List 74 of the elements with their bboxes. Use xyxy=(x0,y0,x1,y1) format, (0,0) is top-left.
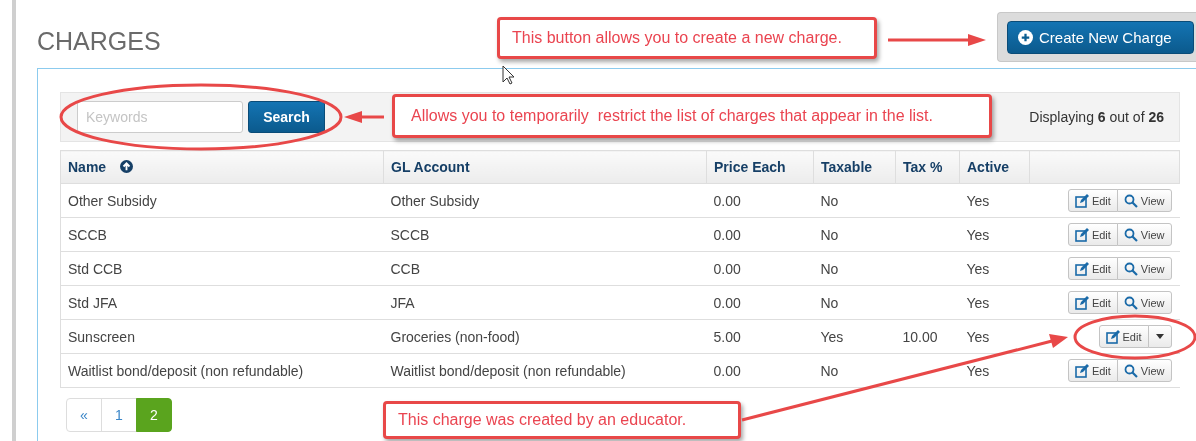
search-icon xyxy=(1123,295,1138,310)
edit-button[interactable]: Edit xyxy=(1067,291,1118,314)
edit-button[interactable]: Edit xyxy=(1067,189,1118,212)
mouse-pointer-icon xyxy=(502,65,515,85)
edit-button[interactable]: Edit xyxy=(1098,325,1149,348)
table-cell: Yes xyxy=(966,328,990,345)
column-header[interactable]: Taxable xyxy=(813,150,896,184)
table-cell: Yes xyxy=(966,362,990,379)
table-cell: Yes xyxy=(966,260,990,277)
column-header[interactable]: GL Account xyxy=(383,150,707,184)
search-icon xyxy=(1123,193,1138,208)
column-header[interactable]: Active xyxy=(959,150,1030,184)
table-cell: No xyxy=(820,362,839,379)
table-cell: 0.00 xyxy=(713,362,741,379)
caret-icon xyxy=(1155,334,1164,339)
search-icon xyxy=(1123,363,1138,378)
search-button[interactable]: Search xyxy=(248,101,325,133)
page-link[interactable]: 1 xyxy=(101,398,137,432)
column-header[interactable]: Tax % xyxy=(895,150,960,184)
table-cell: CCB xyxy=(390,260,421,277)
callout-note: Allows you to temporarily restrict the list of charges that appear in the list. xyxy=(392,94,992,138)
edit-icon xyxy=(1105,329,1120,344)
view-button[interactable]: View xyxy=(1116,223,1172,246)
table-cell: Waitlist bond/deposit (non refundable) xyxy=(390,362,626,379)
table-cell: JFA xyxy=(390,294,415,311)
annotation-arrow xyxy=(344,111,384,123)
edit-icon xyxy=(1074,295,1089,310)
callout-note: This button allows you to create a new charge. xyxy=(497,17,877,59)
table-cell: 0.00 xyxy=(713,226,741,243)
edit-icon xyxy=(1074,261,1089,276)
edit-icon xyxy=(1074,363,1089,378)
dropdown-toggle-button[interactable] xyxy=(1147,325,1172,348)
page-title: CHARGES xyxy=(37,27,161,56)
table-cell: Sunscreen xyxy=(68,328,135,345)
table-cell: 0.00 xyxy=(713,294,741,311)
table-cell: Yes xyxy=(966,226,990,243)
create-new-charge-button[interactable]: Create New Charge xyxy=(1007,21,1194,54)
table-cell: Groceries (non-food) xyxy=(390,328,520,345)
table-cell: SCCB xyxy=(68,226,107,243)
column-header[interactable]: Price Each xyxy=(706,150,814,184)
edit-icon xyxy=(1074,193,1089,208)
results-summary: Displaying 6 out of 26 xyxy=(1029,109,1164,125)
table-cell: 0.00 xyxy=(713,192,741,209)
callout-note: This charge was created by an educator. xyxy=(383,401,741,439)
view-button[interactable]: View xyxy=(1116,257,1172,280)
table-cell: Std CCB xyxy=(68,260,123,277)
table-cell: No xyxy=(820,294,839,311)
view-button[interactable]: View xyxy=(1116,291,1172,314)
edit-button[interactable]: Edit xyxy=(1067,223,1118,246)
table-cell: 5.00 xyxy=(713,328,741,345)
edit-button[interactable]: Edit xyxy=(1067,257,1118,280)
table-cell: 10.00 xyxy=(902,328,938,345)
edit-button[interactable]: Edit xyxy=(1067,359,1118,382)
table-cell: Yes xyxy=(966,192,990,209)
plus-circle-icon xyxy=(1018,30,1033,45)
column-header[interactable]: Name xyxy=(60,150,384,184)
table-cell: Waitlist bond/deposit (non refundable) xyxy=(68,362,304,379)
page-link[interactable]: « xyxy=(66,398,102,432)
view-button[interactable]: View xyxy=(1116,359,1172,382)
table-cell: No xyxy=(820,192,839,209)
table-cell: 0.00 xyxy=(713,260,741,277)
view-button[interactable]: View xyxy=(1116,189,1172,212)
table-cell: SCCB xyxy=(390,226,430,243)
keywords-field[interactable]: Keywords xyxy=(77,101,243,133)
search-icon xyxy=(1123,261,1138,276)
table-cell: Yes xyxy=(820,328,844,345)
table-cell: Yes xyxy=(966,294,990,311)
table-cell: Other Subsidy xyxy=(68,192,157,209)
search-icon xyxy=(1123,227,1138,242)
table-cell: Std JFA xyxy=(68,294,118,311)
table-cell: Other Subsidy xyxy=(390,192,480,209)
edit-icon xyxy=(1074,227,1089,242)
table-cell: No xyxy=(820,260,839,277)
table-cell: No xyxy=(820,226,839,243)
